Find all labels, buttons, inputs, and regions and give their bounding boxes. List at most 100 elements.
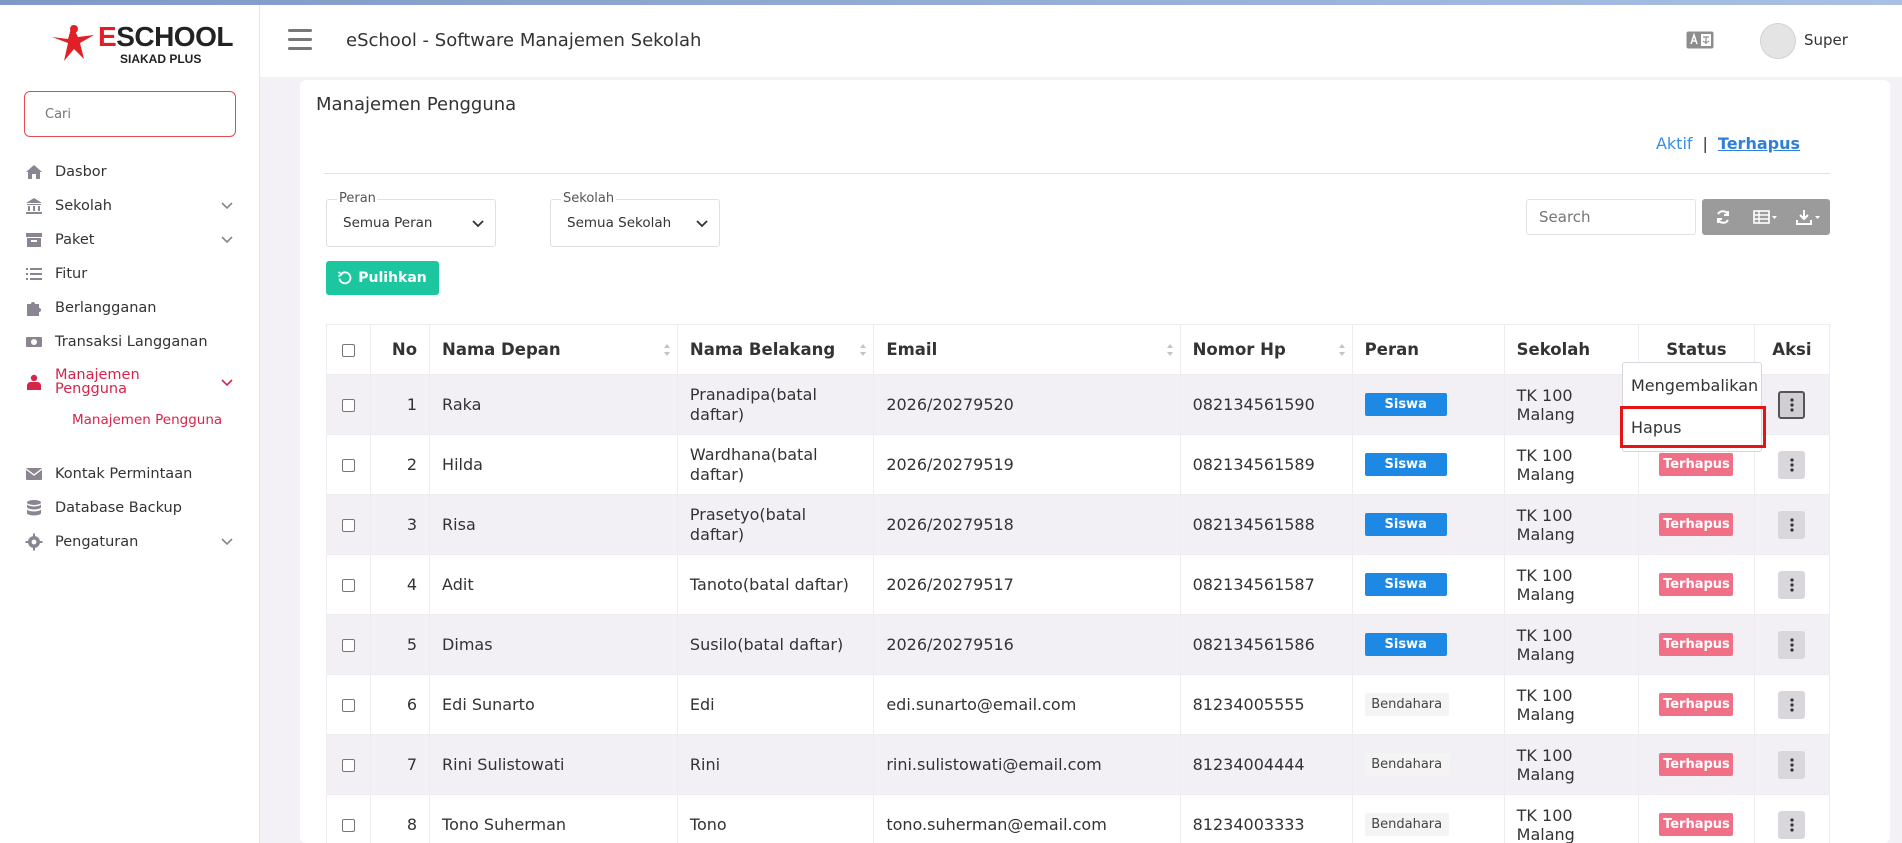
- row-checkbox[interactable]: [342, 579, 356, 592]
- kebab-icon: [1790, 817, 1794, 832]
- row-checkbox[interactable]: [342, 399, 356, 412]
- columns-icon: [1753, 210, 1777, 224]
- cell-actions: [1753, 374, 1831, 435]
- cell-last-name: Tono: [676, 794, 875, 843]
- row-select-cell: [325, 794, 372, 843]
- cell-school: TK 100 Malang: [1503, 614, 1640, 675]
- cell-role: Bendahara: [1351, 734, 1505, 795]
- link-terhapus[interactable]: Terhapus: [1718, 134, 1800, 153]
- role-badge: Siswa: [1364, 633, 1447, 656]
- avatar[interactable]: [1760, 23, 1796, 59]
- cell-first-name: Hilda: [429, 434, 678, 495]
- app-logo[interactable]: ESCHOOL SIAKAD PLUS: [50, 19, 233, 69]
- table-row: 7 Rini Sulistowati Rini rini.sulistowati…: [325, 734, 1831, 795]
- school-filter-value: Semua Sekolah: [567, 215, 672, 231]
- link-aktif[interactable]: Aktif: [1656, 134, 1693, 153]
- kebab-icon: [1790, 637, 1794, 652]
- puzzle-icon: [24, 298, 44, 318]
- row-actions-button[interactable]: [1778, 690, 1806, 719]
- select-all-checkbox[interactable]: [342, 344, 356, 357]
- hamburger-menu-icon[interactable]: [288, 29, 312, 51]
- menu-item-mengembalikan[interactable]: Mengembalikan: [1623, 367, 1763, 403]
- column-header-nama-depan[interactable]: Nama Depan: [429, 324, 678, 375]
- row-checkbox[interactable]: [342, 759, 356, 772]
- row-actions-button[interactable]: [1778, 510, 1806, 539]
- role-badge: Bendahara: [1364, 753, 1449, 776]
- row-actions-button[interactable]: [1778, 810, 1806, 839]
- row-actions-button[interactable]: [1778, 450, 1806, 479]
- cell-first-name: Dimas: [429, 614, 678, 675]
- bank-icon: [24, 196, 44, 216]
- refresh-button[interactable]: [1702, 199, 1745, 235]
- cell-school: TK 100 Malang: [1503, 734, 1640, 795]
- cell-school: TK 100 Malang: [1503, 554, 1640, 615]
- row-checkbox[interactable]: [342, 519, 356, 532]
- cell-phone: 81234004444: [1179, 734, 1353, 795]
- cell-phone: 81234005555: [1179, 674, 1353, 735]
- columns-button[interactable]: [1745, 199, 1788, 235]
- status-badge: Terhapus: [1659, 453, 1734, 476]
- cell-school: TK 100 Malang: [1503, 434, 1640, 495]
- sidebar-item-transaksi-langganan[interactable]: Transaksi Langganan: [0, 325, 260, 359]
- cell-first-name: Tono Suherman: [429, 794, 678, 843]
- cell-no: 8: [370, 794, 431, 843]
- sidebar-search-input[interactable]: [24, 91, 236, 137]
- column-header-nama-belakang[interactable]: Nama Belakang: [676, 324, 875, 375]
- sidebar-item-manajemen-pengguna[interactable]: Manajemen Pengguna: [0, 359, 260, 405]
- app-title: eSchool - Software Manajemen Sekolah: [346, 30, 702, 51]
- column-header-email[interactable]: Email: [873, 324, 1181, 375]
- row-select-cell: [325, 374, 372, 435]
- sidebar-item-database-backup[interactable]: Database Backup: [0, 491, 260, 525]
- cell-email: 2026/20279516: [873, 614, 1181, 675]
- row-checkbox[interactable]: [342, 639, 356, 652]
- role-badge: Bendahara: [1364, 813, 1449, 836]
- sidebar-item-sekolah[interactable]: Sekolah: [0, 189, 260, 223]
- cell-no: 7: [370, 734, 431, 795]
- cell-school: TK 100 Malang: [1503, 494, 1640, 555]
- menu-item-hapus[interactable]: Hapus: [1620, 406, 1766, 448]
- sidebar-item-paket[interactable]: Paket: [0, 223, 260, 257]
- cell-no: 2: [370, 434, 431, 495]
- language-icon[interactable]: [1686, 31, 1714, 49]
- row-checkbox[interactable]: [342, 459, 356, 472]
- table-search-input[interactable]: [1526, 199, 1696, 235]
- table-row: 5 Dimas Susilo(batal daftar) 2026/202795…: [325, 614, 1831, 675]
- cell-status: Terhapus: [1638, 614, 1755, 675]
- chevron-down-icon: [221, 202, 233, 210]
- sidebar-item-label: Paket: [55, 232, 95, 248]
- row-actions-button[interactable]: [1778, 390, 1806, 419]
- column-header-peran: Peran: [1351, 324, 1505, 375]
- cell-actions: [1753, 554, 1831, 615]
- sidebar-item-kontak-permintaan[interactable]: Kontak Permintaan: [0, 457, 260, 491]
- sidebar-item-fitur[interactable]: Fitur: [0, 257, 260, 291]
- export-button[interactable]: [1787, 199, 1830, 235]
- page-title: Manajemen Pengguna: [316, 94, 517, 115]
- column-header-nomor-hp[interactable]: Nomor Hp: [1179, 324, 1353, 375]
- sidebar-item-pengaturan[interactable]: Pengaturan: [0, 525, 260, 559]
- role-filter-label: Peran: [337, 191, 378, 206]
- table-row: 3 Risa Prasetyo(batal daftar) 2026/20279…: [325, 494, 1831, 555]
- sidebar-subitem-manajemen-pengguna[interactable]: Manajemen Pengguna: [0, 405, 260, 435]
- role-filter-select[interactable]: Peran Semua Peran: [326, 191, 496, 247]
- school-filter-select[interactable]: Sekolah Semua Sekolah: [550, 191, 720, 247]
- row-actions-button[interactable]: [1778, 570, 1806, 599]
- kebab-icon: [1790, 517, 1794, 532]
- cell-role: Siswa: [1351, 434, 1505, 495]
- row-actions-button[interactable]: [1778, 750, 1806, 779]
- sidebar-item-berlangganan[interactable]: Berlangganan: [0, 291, 260, 325]
- cell-actions: [1753, 674, 1831, 735]
- sort-icon: [1338, 344, 1345, 356]
- row-select-cell: [325, 434, 372, 495]
- user-name[interactable]: Super: [1804, 31, 1848, 49]
- sidebar-item-dasbor[interactable]: Dasbor: [0, 155, 260, 189]
- money-bill-icon: [24, 332, 44, 352]
- cell-no: 6: [370, 674, 431, 735]
- cell-school: TK 100 Malang: [1503, 674, 1640, 735]
- row-actions-button[interactable]: [1778, 630, 1806, 659]
- row-checkbox[interactable]: [342, 819, 356, 832]
- cell-status: Terhapus: [1638, 734, 1755, 795]
- restore-button[interactable]: Pulihkan: [326, 261, 439, 295]
- row-checkbox[interactable]: [342, 699, 356, 712]
- column-header-no[interactable]: No: [370, 324, 431, 375]
- cell-actions: [1753, 494, 1831, 555]
